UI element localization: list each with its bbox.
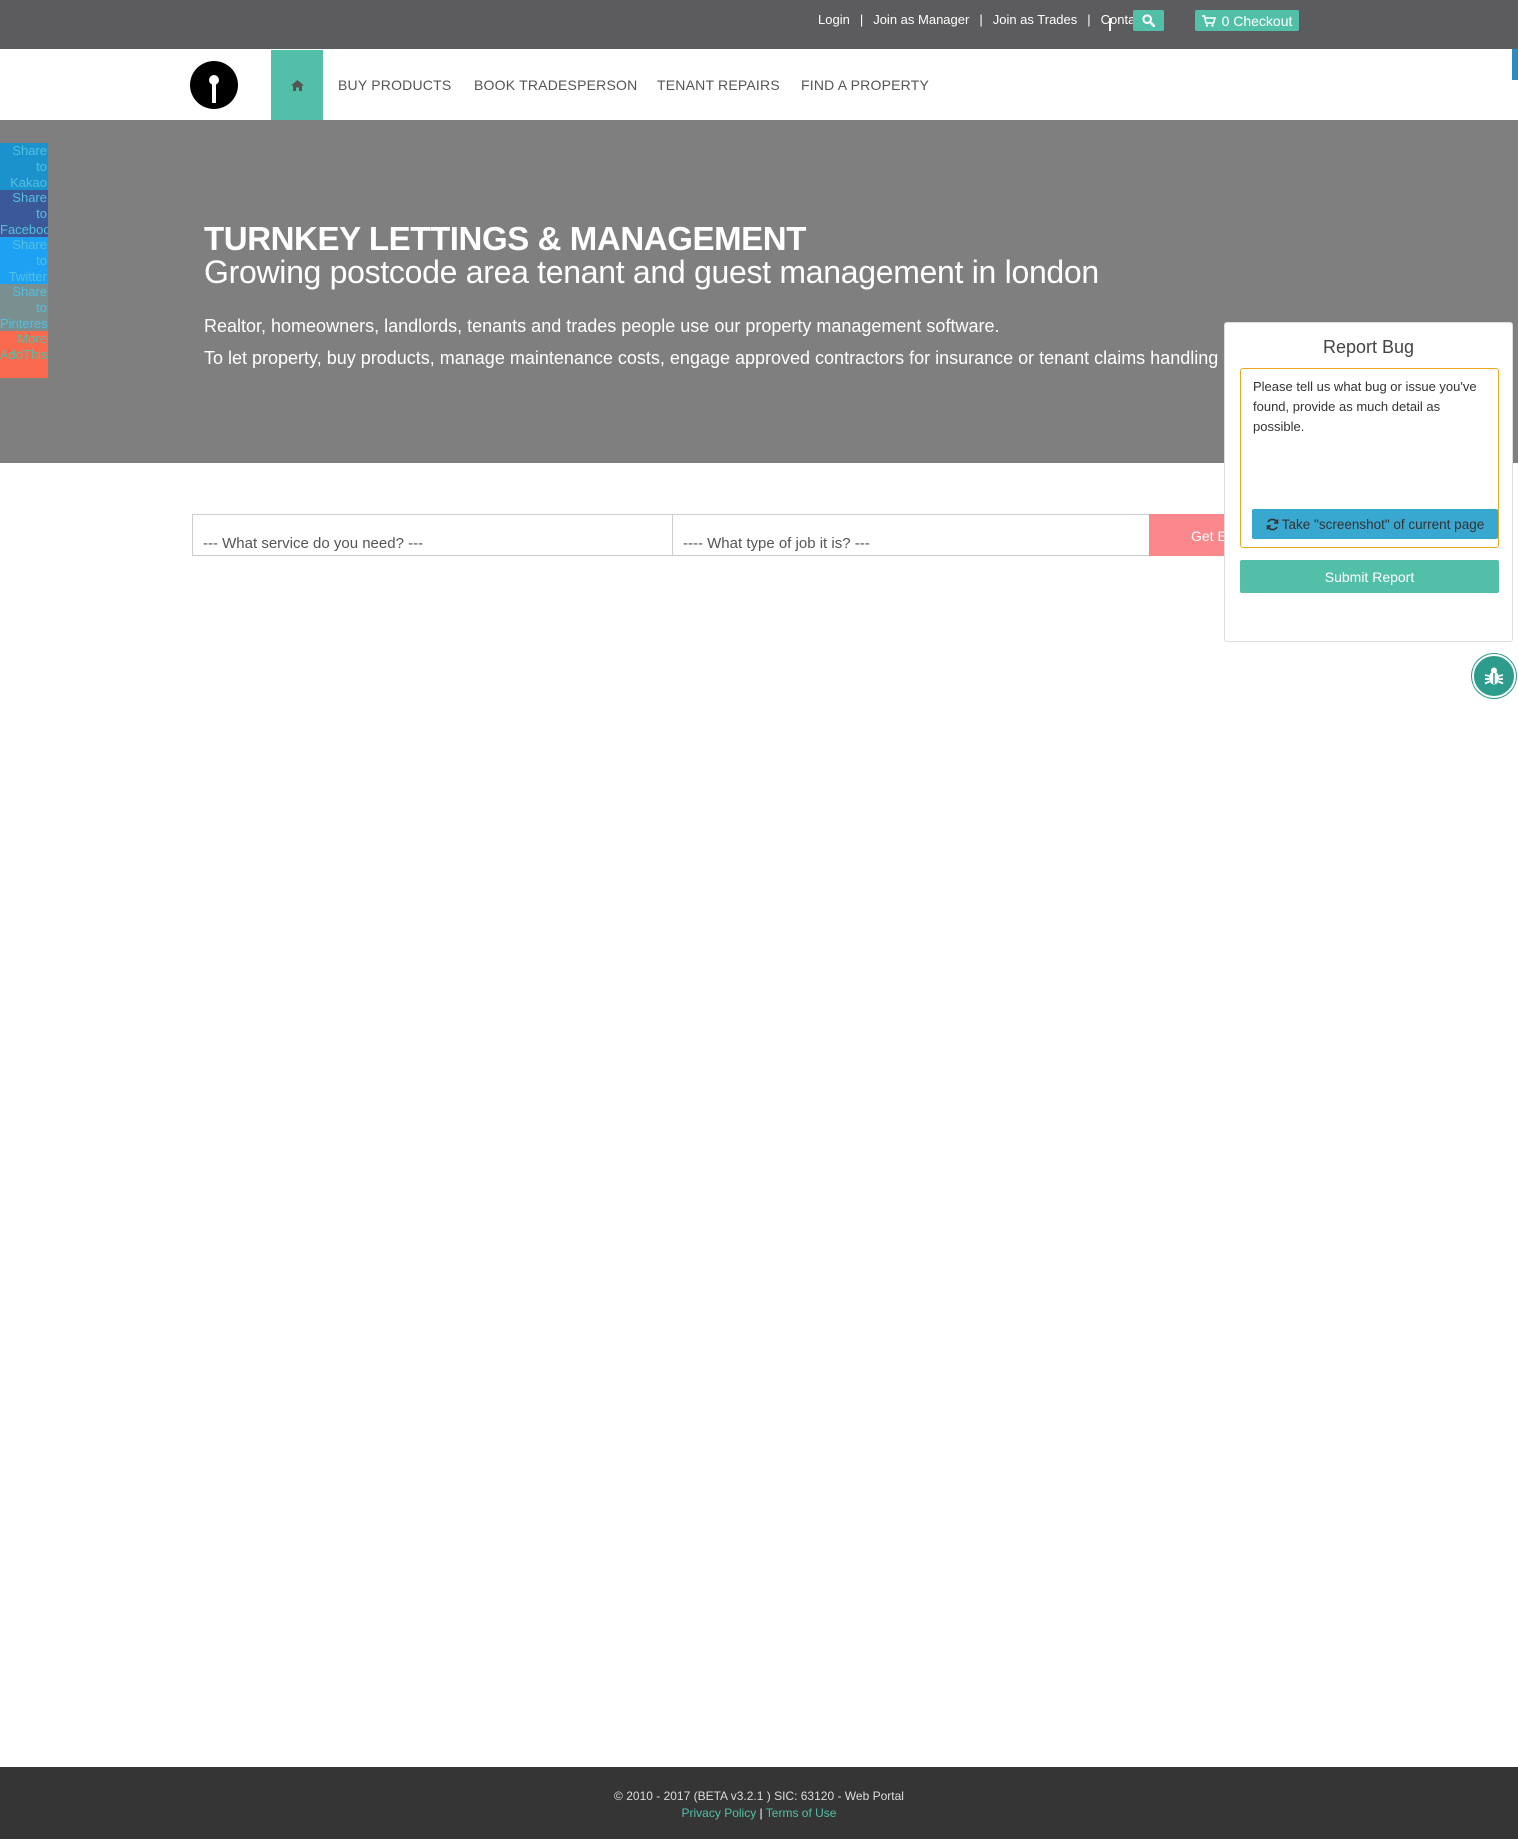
hero-subtitle: Growing postcode area tenant and guest m… <box>204 254 1099 290</box>
top-separator: | <box>859 12 864 27</box>
submit-report-button[interactable]: Submit Report <box>1240 560 1499 593</box>
home-icon <box>290 79 304 91</box>
site-logo[interactable] <box>190 61 238 109</box>
nav-book-tradesperson[interactable]: BOOK TRADESPERSON <box>474 77 637 93</box>
job-type-select[interactable]: ---- What type of job it is? --- <box>673 515 1151 555</box>
footer-separator: | <box>759 1806 763 1820</box>
share-facebook-label: Share to Facebook <box>0 190 48 237</box>
top-links: Login | Join as Manager | Join as Trades… <box>818 12 1145 27</box>
share-more-label: More AddThis <box>0 331 48 362</box>
top-separator: | <box>1087 12 1091 27</box>
share-kakao-button[interactable]: Share to Kakao <box>0 143 48 190</box>
share-facebook-button[interactable]: Share to Facebook <box>0 190 48 237</box>
search-button[interactable] <box>1133 10 1164 31</box>
take-screenshot-label: Take "screenshot" of current page <box>1281 516 1485 532</box>
service-select[interactable]: --- What service do you need? --- <box>193 515 673 555</box>
hero-title: TURNKEY LETTINGS & MANAGEMENT <box>204 220 806 257</box>
search-icon <box>1142 14 1155 27</box>
nav-home[interactable] <box>271 50 323 120</box>
report-bug-title: Report Bug <box>1322 337 1415 357</box>
join-manager-link[interactable]: Join as Manager <box>873 12 969 27</box>
share-twitter-button[interactable]: Share to Twitter <box>0 237 48 284</box>
edge-tab[interactable] <box>1512 49 1518 80</box>
nav-buy-products[interactable]: BUY PRODUCTS <box>338 77 451 93</box>
bug-report-toggle-button[interactable] <box>1472 654 1516 698</box>
top-divider <box>1109 18 1111 31</box>
terms-of-use-link[interactable]: Terms of Use <box>766 1806 837 1820</box>
share-twitter-label: Share to Twitter <box>8 237 47 284</box>
get-estimate-button[interactable]: Get E <box>1149 514 1229 556</box>
login-link[interactable]: Login <box>818 12 850 27</box>
share-kakao-label: Share to Kakao <box>10 143 47 190</box>
share-pinterest-button[interactable]: Share to Pinterest <box>0 284 48 331</box>
service-search-form: --- What service do you need? --- ---- W… <box>192 514 1232 556</box>
report-bug-panel: Report Bug Please tell us what bug or is… <box>1224 322 1513 642</box>
footer-copyright: © 2010 - 2017 (BETA v3.2.1 ) SIC: 63120 … <box>614 1789 904 1803</box>
privacy-policy-link[interactable]: Privacy Policy <box>682 1806 757 1820</box>
bug-icon <box>1484 667 1504 685</box>
cart-icon <box>1201 14 1216 27</box>
nav-find-property[interactable]: FIND A PROPERTY <box>801 77 929 93</box>
checkout-label: 0 Checkout <box>1221 12 1293 29</box>
join-trades-link[interactable]: Join as Trades <box>993 12 1078 27</box>
take-screenshot-button[interactable]: Take "screenshot" of current page <box>1252 509 1498 539</box>
refresh-icon <box>1266 518 1279 530</box>
nav-tenant-repairs[interactable]: TENANT REPAIRS <box>657 77 780 93</box>
checkout-button[interactable]: 0 Checkout <box>1195 10 1299 31</box>
share-more-button[interactable]: More AddThis <box>0 331 48 378</box>
footer-links: Privacy Policy | Terms of Use <box>0 1806 1518 1820</box>
share-pinterest-label: Share to Pinterest <box>0 284 48 331</box>
top-separator: | <box>979 12 983 27</box>
hero-description: Realtor, homeowners, landlords, tenants … <box>204 316 1000 336</box>
footer <box>0 1767 1518 1839</box>
hero-description-secondary: To let property, buy products, manage ma… <box>204 348 1224 368</box>
